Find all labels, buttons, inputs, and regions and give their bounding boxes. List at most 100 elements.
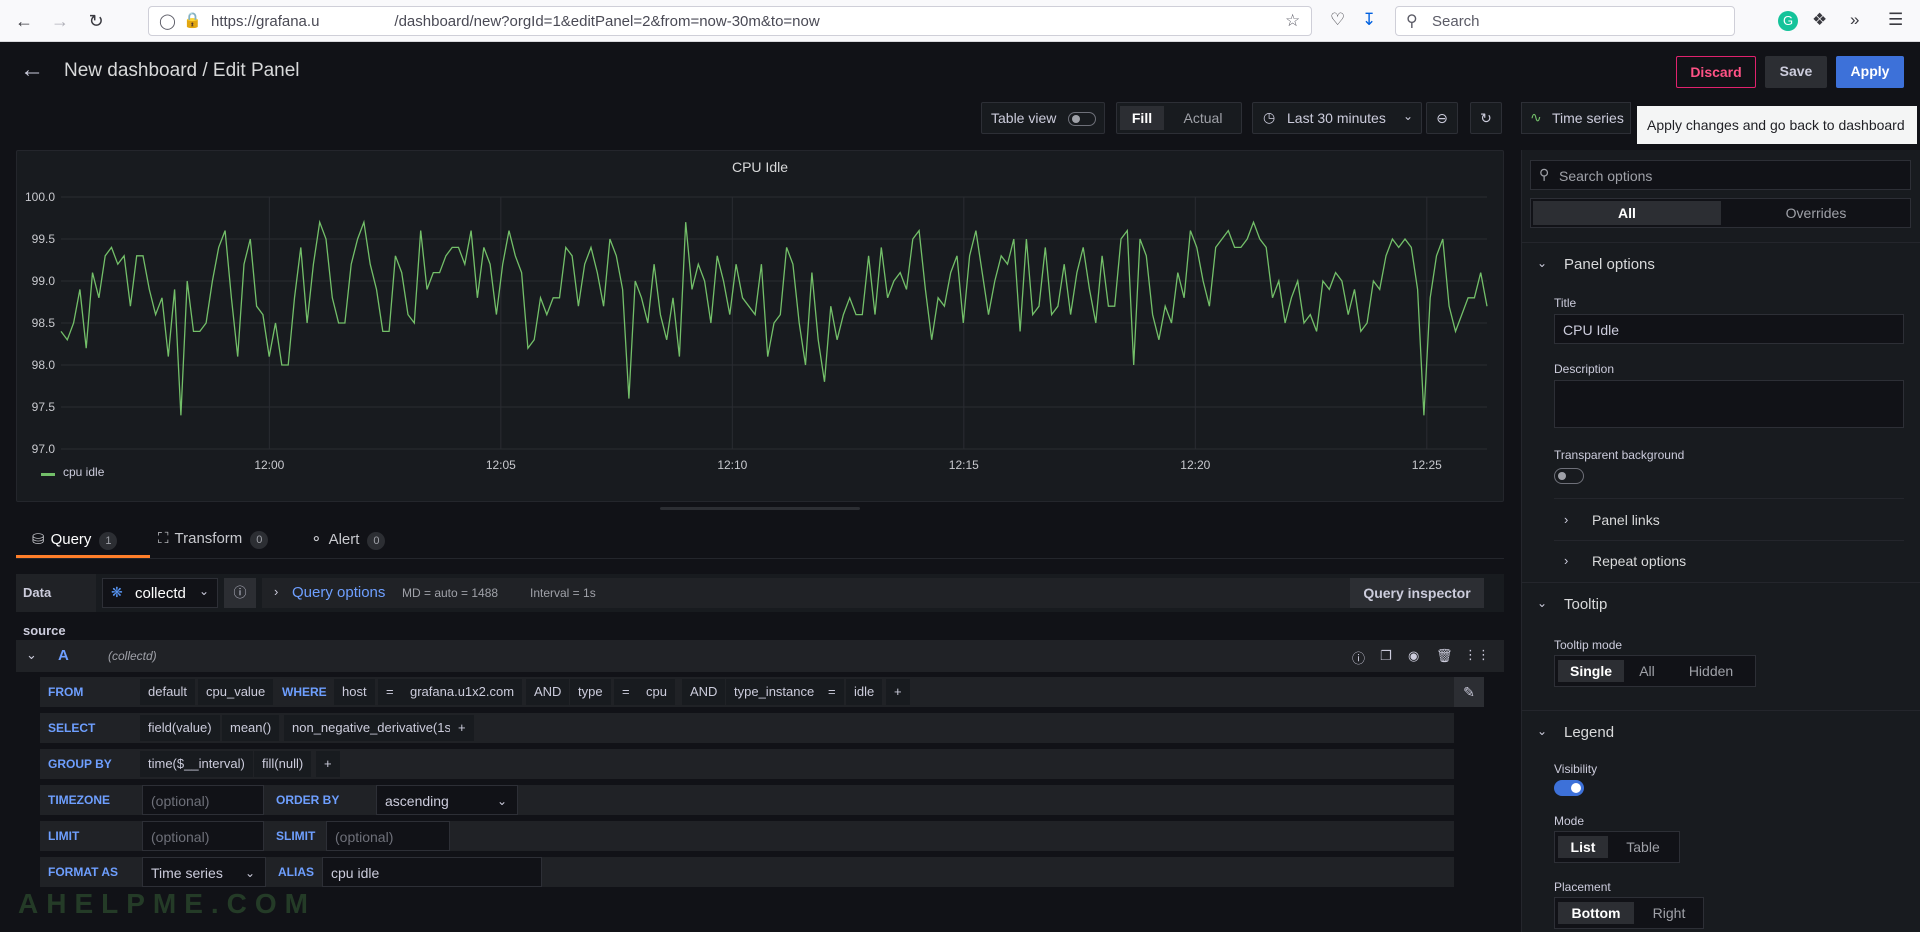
pocket-icon[interactable]: ♡ [1330,10,1345,30]
y-tick-label: 98.0 [32,358,56,372]
visualization-picker[interactable]: ∿ Time series [1521,102,1631,134]
where-and[interactable]: AND [682,679,726,705]
duplicate-icon[interactable]: ❐ [1380,648,1392,664]
groupby-fill[interactable]: fill(null) [254,751,312,777]
actual-option[interactable]: Actual [1173,106,1233,130]
legend-label[interactable]: cpu idle [63,465,104,479]
groupby-time[interactable]: time($__interval) [140,751,253,777]
transparent-switch[interactable] [1554,468,1584,484]
alias-input[interactable]: cpu idle [322,857,542,887]
forward-icon[interactable]: → [48,9,72,33]
lock-icon[interactable]: 🔒 [183,11,202,29]
chevron-down-icon[interactable]: ⌄ [1537,724,1547,738]
legend-visibility-switch[interactable] [1554,780,1584,796]
help-button[interactable]: ⓘ [224,578,256,608]
query-options-bar[interactable]: › Query options MD = auto = 1488 Interva… [262,578,1360,608]
table-view-switch[interactable] [1068,112,1096,126]
chevron-right-icon[interactable]: › [1564,553,1568,568]
overflow-menu-icon[interactable]: » [1850,10,1859,30]
back-arrow-icon[interactable]: ← [20,56,44,84]
where-op[interactable]: = [820,679,844,705]
where-op[interactable]: = [614,679,638,705]
repeat-options-header[interactable]: Repeat options [1592,553,1686,569]
panel-options-header[interactable]: Panel options [1564,256,1655,273]
tab-transform[interactable]: ⛶ Transform 0 [158,530,269,549]
select-transform[interactable]: non_negative_derivative(1s) [284,715,464,741]
slimit-input[interactable]: (optional) [326,821,450,851]
shield-icon[interactable]: ◯ [159,12,176,30]
from-keyword: FROM [48,685,84,699]
timezone-input[interactable]: (optional) [142,785,264,815]
where-op[interactable]: = [378,679,402,705]
help-icon[interactable]: ⓘ [1352,648,1365,667]
trash-icon[interactable]: 🗑 [1436,648,1453,664]
extension-icon[interactable]: ❖ [1812,10,1827,30]
select-field[interactable]: field(value) [140,715,220,741]
back-icon[interactable]: ← [12,9,36,33]
chevron-down-icon[interactable]: ⌄ [1537,596,1547,610]
from-measurement[interactable]: cpu_value [198,679,274,705]
tab-alert[interactable]: ⚬ Alert 0 [310,530,386,550]
discard-button[interactable]: Discard [1676,56,1756,88]
divider [1554,498,1904,499]
eye-icon[interactable]: ◉ [1408,648,1419,664]
description-textarea[interactable] [1554,380,1904,428]
limit-input[interactable]: (optional) [142,821,264,851]
tooltip-mode-hidden[interactable]: Hidden [1671,660,1751,682]
tab-overrides[interactable]: Overrides [1723,201,1909,225]
select-add-button[interactable]: + [450,715,474,741]
orderby-select[interactable]: ascending ⌄ [376,785,518,815]
query-inspector-button[interactable]: Query inspector [1350,578,1484,608]
help-icon: ⓘ [233,585,247,600]
format-select[interactable]: Time series ⌄ [142,857,266,887]
where-key[interactable]: type [570,679,611,705]
reload-icon[interactable]: ↻ [84,9,108,33]
legend-mode-table[interactable]: Table [1613,836,1673,858]
tab-all[interactable]: All [1533,201,1721,225]
zoom-out-button[interactable]: ⊖ [1426,102,1458,134]
url-bar[interactable]: ◯ 🔒 https://grafana.u /dashboard/new?org… [148,6,1312,36]
query-ref-id[interactable]: A [58,647,69,664]
title-input[interactable]: CPU Idle [1554,314,1904,344]
where-key[interactable]: type_instance [726,679,823,705]
save-button[interactable]: Save [1765,56,1827,88]
tooltip-section-header[interactable]: Tooltip [1564,596,1607,613]
where-value[interactable]: idle [846,679,883,705]
legend-placement-bottom[interactable]: Bottom [1558,902,1634,924]
time-range-picker[interactable]: ◷ Last 30 minutes ⌄ [1252,102,1422,134]
groupby-add-button[interactable]: + [316,751,340,777]
tooltip-mode-single[interactable]: Single [1558,660,1624,682]
where-and[interactable]: AND [526,679,570,705]
grammarly-icon[interactable]: G [1778,11,1798,31]
fill-option[interactable]: Fill [1120,106,1164,130]
search-options-input[interactable]: ⚲ Search options [1530,160,1911,190]
edit-query-button[interactable]: ✎ [1454,677,1484,707]
tab-query[interactable]: ⛁ Query 1 [32,530,118,550]
from-policy[interactable]: default [140,679,196,705]
datasource-picker[interactable]: ❋ collectd ⌄ [102,578,218,608]
browser-search-input[interactable]: ⚲ Search [1395,6,1735,36]
panel-links-header[interactable]: Panel links [1592,512,1660,528]
query-row-header: ⌄ A (collectd) ⓘ ❐ ◉ 🗑 ⋮⋮ [16,640,1504,672]
chevron-right-icon[interactable]: › [1564,512,1568,527]
apply-button[interactable]: Apply [1836,56,1904,88]
where-value[interactable]: cpu [638,679,675,705]
downloads-icon[interactable]: ↧ [1362,10,1376,30]
where-add-button[interactable]: + [886,679,910,705]
select-aggregation[interactable]: mean() [222,715,280,741]
tooltip-mode-all[interactable]: All [1627,660,1667,682]
bookmark-star-icon[interactable]: ☆ [1285,11,1300,31]
legend-section-header[interactable]: Legend [1564,724,1614,741]
table-view-toggle[interactable]: Table view [981,102,1105,134]
resize-handle[interactable] [660,507,860,510]
where-key[interactable]: host [334,679,375,705]
search-icon: ⚲ [1539,166,1550,182]
legend-mode-list[interactable]: List [1558,836,1608,858]
hamburger-menu-icon[interactable]: ☰ [1888,10,1903,30]
refresh-button[interactable]: ↻ [1470,102,1502,134]
legend-placement-right[interactable]: Right [1639,902,1699,924]
where-value[interactable]: grafana.u1x2.com [402,679,523,705]
collapse-chevron-icon[interactable]: ⌄ [26,647,37,663]
drag-handle-icon[interactable]: ⋮⋮ [1464,647,1490,663]
chevron-down-icon[interactable]: ⌄ [1537,256,1547,270]
